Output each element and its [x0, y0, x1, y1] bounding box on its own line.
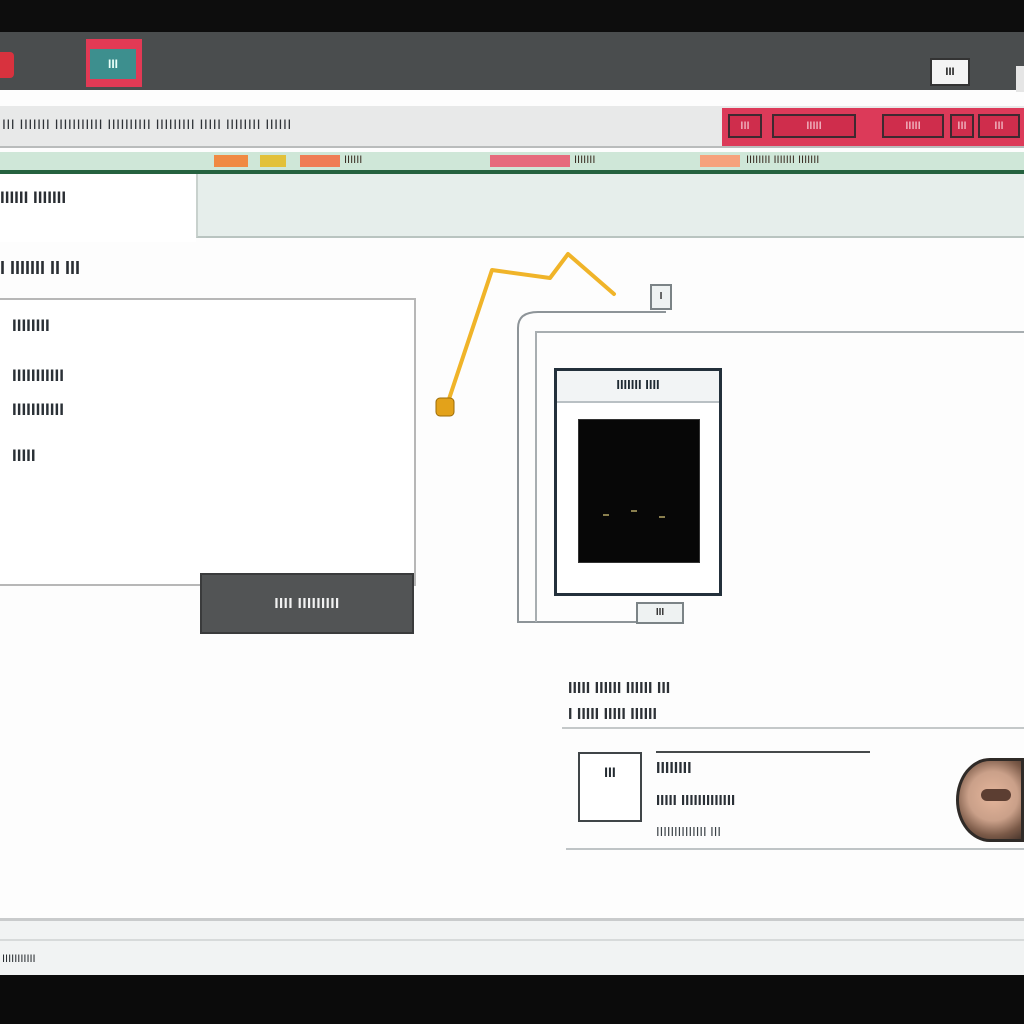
toolbar-accent-group: III IIIII IIIII III III: [722, 108, 1024, 146]
info-card-rule: [656, 751, 870, 753]
status-bar-line: [0, 939, 1024, 941]
preview-top-handle[interactable]: I: [650, 284, 672, 310]
toolbar-accent-item[interactable]: III: [978, 114, 1020, 138]
preview-card-screen: [578, 419, 700, 563]
toolbar-accent-item[interactable]: III: [728, 114, 762, 138]
info-heading: IIIII IIIIII IIIIII III: [568, 680, 671, 697]
screen-bottom-edge: [0, 975, 1024, 1024]
primary-action-button[interactable]: IIII IIIIIIIII: [200, 573, 414, 634]
status-bar: IIIIIIIIIII: [0, 921, 1024, 976]
app-icon[interactable]: [0, 52, 14, 78]
window-edge: [1016, 66, 1024, 92]
info-card-title: IIIIIIII: [656, 760, 692, 777]
detail-line: IIIII: [12, 446, 36, 465]
strip-label: IIIIIII: [574, 154, 596, 166]
connector-handle[interactable]: [435, 397, 455, 417]
preview-card-title: IIIIIII IIII: [557, 371, 719, 403]
info-subheading: I IIIII IIIII IIIIII: [568, 706, 657, 723]
app-window: III III III IIIIIII IIIIIIIIIII IIIIIIII…: [0, 32, 1024, 976]
info-card-meta: IIIIIIIIIIIIII III: [656, 824, 722, 839]
tab-bar-empty: [196, 174, 1024, 238]
toolbar-accent-item[interactable]: IIIII: [882, 114, 944, 138]
strip-label: IIIIII: [344, 154, 363, 166]
title-tab-label: III: [90, 49, 136, 79]
strip-segment: [490, 155, 570, 167]
avatar[interactable]: [956, 758, 1024, 842]
toolbar-menu-text[interactable]: III IIIIIII IIIIIIIIIII IIIIIIIIII IIIII…: [2, 116, 292, 132]
detail-panel: IIIIIIII IIIIIIIIIII IIIIIIIIIII IIIII: [0, 298, 416, 586]
tab-active[interactable]: IIIIII IIIIIII: [0, 174, 196, 242]
preview-bottom-handle[interactable]: III: [636, 602, 684, 624]
strip-segment: [214, 155, 248, 167]
preview-card[interactable]: IIIIIII IIII: [554, 368, 722, 596]
strip-segment: [700, 155, 740, 167]
strip-segment: [300, 155, 340, 167]
strip-label: IIIIIIII IIIIIII IIIIIII: [746, 154, 820, 166]
info-card-subtitle: IIIII IIIIIIIIIIIII: [656, 792, 736, 809]
toolbar-accent-item[interactable]: IIIII: [772, 114, 856, 138]
info-card-badge: III: [578, 752, 642, 822]
status-text: IIIIIIIIIII: [2, 953, 36, 965]
timeline-strip[interactable]: IIIIII IIIIIII IIIIIIII IIIIIII IIIIIII: [0, 152, 1024, 170]
strip-segment: [260, 155, 286, 167]
detail-line: IIIIIIII: [12, 316, 50, 335]
detail-line: IIIIIIIIIII: [12, 400, 64, 419]
toolbar-accent-item[interactable]: III: [950, 114, 974, 138]
preview-panel: I IIIIIII IIII III: [516, 284, 1024, 624]
tab-active-label: IIIIII IIIIIII: [0, 188, 67, 207]
toolbar: III IIIIIII IIIIIIIIIII IIIIIIIIII IIIII…: [0, 106, 1024, 148]
info-separator: [562, 727, 1024, 729]
detail-line: IIIIIIIIIII: [12, 366, 64, 385]
window-control-button[interactable]: III: [930, 58, 970, 86]
section-heading: I IIIIIII II III: [0, 258, 81, 278]
title-tab[interactable]: III: [86, 39, 142, 87]
title-bar: III III: [0, 32, 1024, 92]
